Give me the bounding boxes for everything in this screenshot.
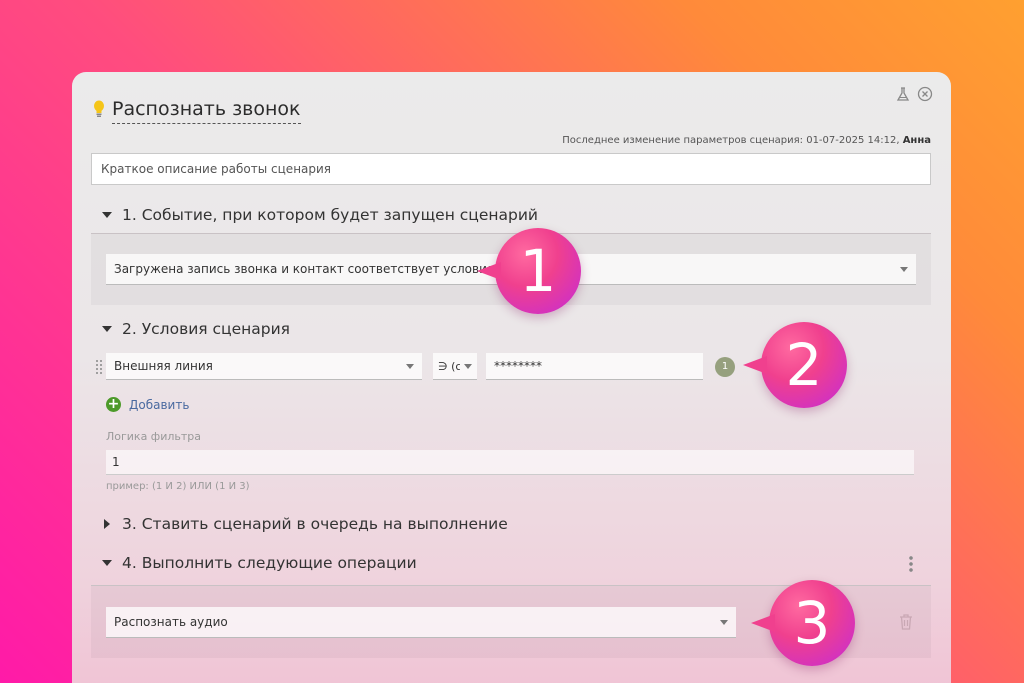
expand-arrow-icon — [104, 519, 110, 529]
scenario-title[interactable]: Распознать звонок — [112, 96, 301, 124]
condition-number-badge: 1 — [715, 357, 735, 377]
condition-value-input[interactable]: ******** — [486, 353, 703, 380]
filter-logic-hint: пример: (1 И 2) ИЛИ (1 И 3) — [106, 481, 250, 492]
section-1-title: 1. Событие, при котором будет запущен сц… — [122, 206, 538, 224]
dropdown-arrow-icon — [900, 267, 908, 272]
filter-logic-label: Логика фильтра — [106, 430, 202, 443]
operation-select-value: Распознать аудио — [114, 615, 228, 629]
condition-operator-select[interactable]: ∋ (с — [433, 353, 477, 380]
add-condition-button[interactable]: + Добавить — [106, 397, 189, 412]
dropdown-arrow-icon — [464, 364, 472, 369]
section-2-title: 2. Условия сценария — [122, 320, 291, 338]
callout-badge-2: 2 — [743, 322, 847, 408]
last-change-user: Анна — [902, 135, 931, 146]
operation-select[interactable]: Распознать аудио — [106, 607, 736, 638]
section-1-header[interactable]: 1. Событие, при котором будет запущен сц… — [102, 206, 538, 224]
trash-icon[interactable] — [898, 613, 914, 631]
collapse-arrow-icon — [102, 560, 112, 566]
section-4-header[interactable]: 4. Выполнить следующие операции — [102, 554, 417, 572]
collapse-arrow-icon — [102, 326, 112, 332]
callout-badge-3: 3 — [751, 580, 855, 666]
callout-badge-1: 1 — [477, 228, 581, 314]
last-change-text: Последнее изменение параметров сценария:… — [562, 135, 900, 146]
plus-icon: + — [106, 396, 121, 412]
filter-logic-input[interactable]: 1 — [106, 450, 914, 475]
drag-handle-icon[interactable] — [95, 359, 103, 375]
condition-field-select[interactable]: Внешняя линия — [106, 353, 422, 380]
section-4-title: 4. Выполнить следующие операции — [122, 554, 417, 572]
section-3-header[interactable]: 3. Ставить сценарий в очередь на выполне… — [102, 515, 508, 533]
section-3-title: 3. Ставить сценарий в очередь на выполне… — [122, 515, 508, 533]
condition-value-text: ******** — [494, 359, 542, 373]
collapse-arrow-icon — [102, 212, 112, 218]
add-condition-label: Добавить — [129, 397, 190, 412]
event-select-value: Загружена запись звонка и контакт соотве… — [114, 262, 504, 276]
dropdown-arrow-icon — [406, 364, 414, 369]
close-icon[interactable] — [917, 86, 933, 102]
dropdown-arrow-icon — [720, 620, 728, 625]
more-options-icon[interactable] — [908, 555, 914, 573]
panel-tools — [895, 86, 933, 102]
condition-field-value: Внешняя линия — [114, 359, 213, 373]
flask-icon[interactable] — [895, 86, 911, 102]
last-change-info: Последнее изменение параметров сценария:… — [562, 135, 931, 146]
section-2-header[interactable]: 2. Условия сценария — [102, 320, 290, 338]
condition-operator-value: ∋ (с — [438, 359, 460, 373]
lightbulb-icon — [94, 100, 104, 117]
description-input[interactable]: Краткое описание работы сценария — [91, 153, 931, 185]
